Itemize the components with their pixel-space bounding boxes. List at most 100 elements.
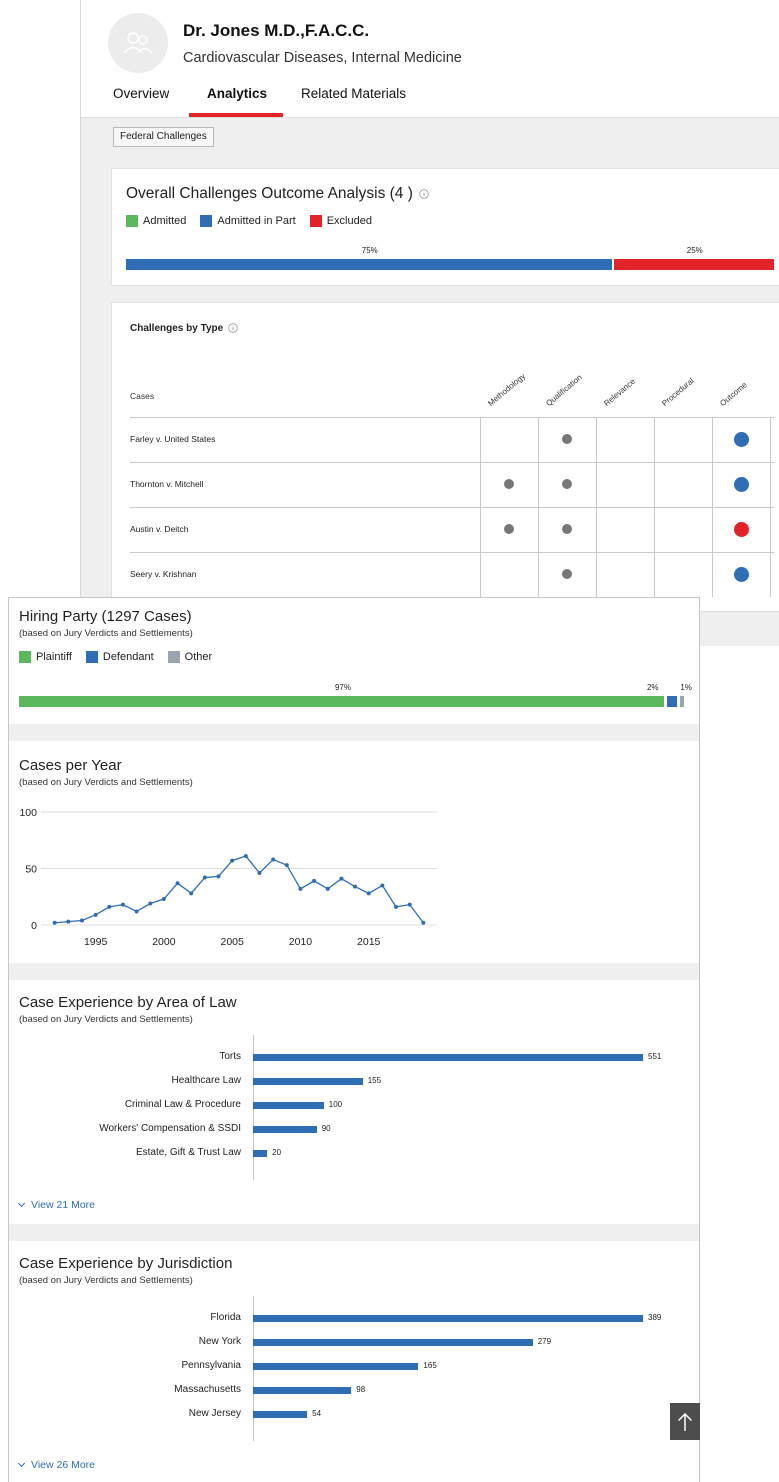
outcome-legend: Admitted Admitted in Part Excluded — [126, 215, 386, 227]
area-bar — [253, 1150, 268, 1157]
legend-label: Other — [184, 651, 213, 663]
tab-overview[interactable]: Overview — [113, 84, 169, 118]
value-label: 389 — [648, 1313, 662, 1322]
bar-segment-excluded — [613, 259, 774, 270]
data-point — [134, 909, 139, 914]
area-of-law-card: Case Experience by Area of Law (based on… — [9, 980, 699, 1224]
value-label: 100 — [328, 1100, 343, 1109]
y-tick-label: 50 — [25, 864, 37, 876]
value-label: 20 — [272, 1148, 282, 1157]
category-label: Workers' Compensation & SSDI — [99, 1123, 241, 1134]
data-point — [230, 858, 235, 863]
x-tick-label: 2015 — [357, 936, 381, 948]
federal-challenges-button[interactable]: Federal Challenges — [113, 127, 214, 147]
column-header-methodology: Methodology — [486, 371, 528, 408]
avatar — [108, 13, 168, 73]
jurisdiction-view-more-link[interactable]: View 26 More — [17, 1459, 95, 1471]
types-title: Challenges by Type — [130, 323, 238, 334]
data-point — [271, 857, 276, 862]
value-label: 98 — [356, 1385, 366, 1394]
data-point — [339, 876, 344, 881]
area-title: Case Experience by Area of Law — [19, 994, 237, 1011]
jurisdiction-bar — [253, 1387, 352, 1394]
data-point — [394, 904, 399, 909]
cases-per-year-title: Cases per Year — [19, 757, 122, 774]
bar-segment-plaintiff — [19, 696, 664, 707]
doctor-specialty: Cardiovascular Diseases, Internal Medici… — [183, 50, 462, 66]
info-icon[interactable] — [419, 189, 429, 199]
scroll-to-top-button[interactable] — [670, 1403, 700, 1440]
chevron-down-icon — [17, 1459, 26, 1468]
category-label: New York — [198, 1336, 241, 1347]
legend-label: Admitted — [143, 215, 187, 227]
legend-label: Admitted in Part — [217, 215, 296, 227]
challenge-marker — [562, 479, 572, 489]
legend-swatch — [200, 215, 213, 227]
profile-header: Dr. Jones M.D.,F.A.C.C. Cardiovascular D… — [81, 0, 779, 118]
bar-percent-label: 75% — [361, 246, 378, 255]
data-point — [107, 904, 112, 909]
data-point — [421, 920, 426, 925]
area-view-more-link[interactable]: View 21 More — [17, 1199, 96, 1211]
challenge-marker — [504, 524, 514, 534]
data-point — [353, 884, 358, 889]
data-point — [380, 883, 385, 888]
category-label: Estate, Gift & Trust Law — [135, 1147, 241, 1158]
bar-segment-defendant — [666, 696, 678, 707]
view-more-label: View 21 More — [31, 1199, 96, 1211]
info-icon[interactable] — [228, 323, 238, 334]
tab-related-materials[interactable]: Related Materials — [301, 84, 406, 118]
category-label: New Jersey — [188, 1408, 241, 1419]
data-point — [216, 874, 221, 879]
legend-swatch — [126, 215, 138, 227]
category-label: Florida — [210, 1312, 241, 1323]
data-point — [175, 881, 180, 886]
outcome-marker — [734, 477, 749, 492]
legend-item-plaintiff: Plaintiff — [19, 651, 72, 663]
category-label: Criminal Law & Procedure — [124, 1099, 241, 1110]
arrow-up-icon — [677, 1412, 693, 1431]
area-bar — [253, 1126, 317, 1133]
challenge-marker — [562, 569, 572, 579]
bar-segment-admitted-in-part — [126, 259, 612, 270]
challenge-marker — [562, 524, 572, 534]
value-label: 551 — [648, 1052, 662, 1061]
data-point — [243, 854, 248, 859]
challenge-marker — [562, 434, 572, 444]
doctor-name: Dr. Jones M.D.,F.A.C.C. — [183, 21, 370, 40]
column-divider — [654, 417, 655, 597]
row-divider — [130, 507, 774, 508]
hiring-subtitle: (based on Jury Verdicts and Settlements) — [19, 628, 193, 639]
data-point — [298, 886, 303, 891]
column-divider — [770, 417, 771, 597]
jurisdiction-title: Case Experience by Jurisdiction — [19, 1255, 233, 1272]
data-point — [312, 878, 317, 883]
data-point — [189, 891, 194, 896]
users-icon — [123, 32, 153, 54]
data-point — [407, 902, 412, 907]
legend-swatch — [85, 651, 98, 663]
bar-segment-other — [680, 696, 684, 707]
cases-per-year-subtitle: (based on Jury Verdicts and Settlements) — [19, 777, 193, 788]
row-divider — [130, 552, 774, 553]
x-tick-label: 2000 — [152, 936, 176, 948]
value-label: 279 — [537, 1337, 552, 1346]
data-point — [257, 871, 262, 876]
value-label: 54 — [312, 1409, 322, 1418]
jurisdiction-subtitle: (based on Jury Verdicts and Settlements) — [19, 1275, 193, 1286]
analytics-content: Federal Challenges Overall Challenges Ou… — [81, 118, 779, 646]
experience-window: Hiring Party (1297 Cases) (based on Jury… — [8, 597, 700, 1482]
area-subtitle: (based on Jury Verdicts and Settlements) — [19, 1014, 193, 1025]
jurisdiction-bar — [253, 1339, 533, 1346]
hiring-party-card: Hiring Party (1297 Cases) (based on Jury… — [9, 598, 699, 724]
cases-per-year-chart: 0 50 100 1995 2000 2005 2010 2015 — [19, 807, 437, 948]
value-label: 155 — [367, 1076, 382, 1085]
column-header-procedural: Procedural — [660, 376, 696, 408]
y-tick-label: 0 — [31, 920, 37, 932]
outcome-title-text: Overall Challenges Outcome Analysis (4 ) — [126, 185, 413, 202]
area-bar — [253, 1054, 643, 1061]
legend-item-defendant: Defendant — [85, 651, 154, 663]
bar-percent-label: 1% — [680, 683, 692, 692]
jurisdiction-bar — [253, 1363, 419, 1370]
column-divider — [480, 417, 481, 597]
